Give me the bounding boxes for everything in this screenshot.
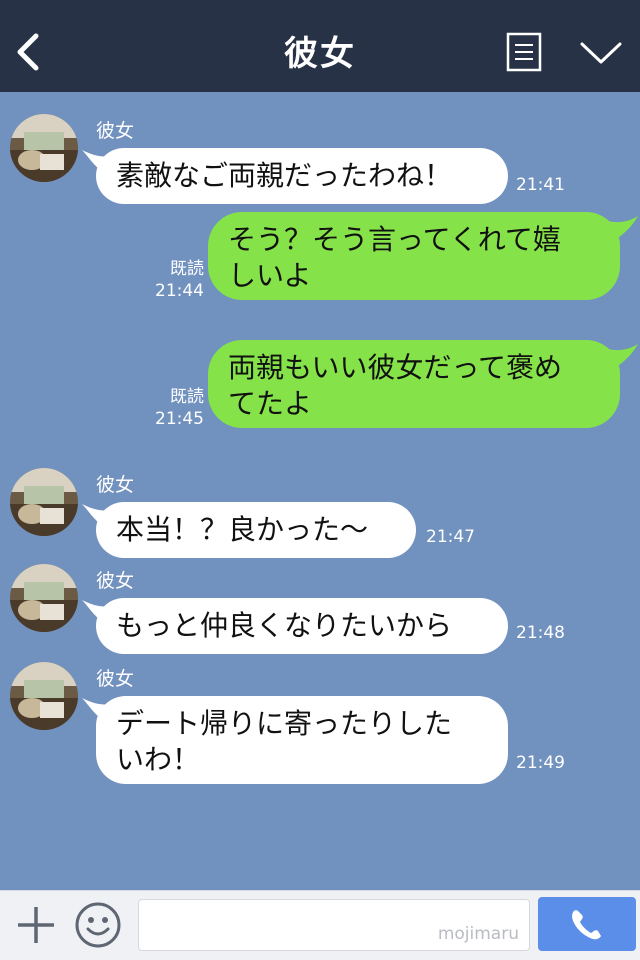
message-input[interactable]: mojimaru xyxy=(138,899,530,951)
plus-icon xyxy=(18,907,54,943)
avatar-photo xyxy=(10,114,78,182)
emoji-button[interactable] xyxy=(74,901,122,949)
message-bubble-sent[interactable]: そう？そう言ってくれて嬉 しいよ xyxy=(208,212,620,300)
bubble-tail xyxy=(604,216,638,246)
sender-name: 彼女 xyxy=(96,474,135,496)
message-text: 本当！？良かった〜 xyxy=(116,513,369,546)
bubble-tail xyxy=(604,344,638,374)
message-time: 21:44 xyxy=(155,281,204,301)
message-bubble-received[interactable]: 本当！？良かった〜 xyxy=(96,502,416,558)
message-bubble-received[interactable]: デート帰りに寄ったりした いわ！ xyxy=(96,696,508,784)
chat-area[interactable]: 彼女 素敵なご両親だったわね！ 21:41 既読 21:44 そう？そう言ってく… xyxy=(0,92,640,890)
read-label: 既読 xyxy=(170,387,204,407)
message-text-line: デート帰りに寄ったりした xyxy=(116,707,453,740)
avatar-photo xyxy=(10,468,78,536)
message-text-line: しいよ xyxy=(228,259,312,292)
avatar-photo xyxy=(10,564,78,632)
menu-button[interactable] xyxy=(506,32,542,72)
phone-icon xyxy=(572,910,601,940)
message-bubble-received[interactable]: もっと仲良くなりたいから xyxy=(96,598,508,654)
message-time: 21:45 xyxy=(155,409,204,429)
input-bar: mojimaru xyxy=(0,890,640,960)
message-bubble-sent[interactable]: 両親もいい彼女だって褒め てたよ xyxy=(208,340,620,428)
message-text: 素敵なご両親だったわね！ xyxy=(116,159,453,192)
chevron-down-icon xyxy=(580,42,622,64)
chat-header: 彼女 xyxy=(0,0,640,92)
avatar[interactable] xyxy=(10,564,78,632)
message-text-line: いわ！ xyxy=(116,743,201,776)
add-button[interactable] xyxy=(14,903,58,947)
smiley-face-icon xyxy=(75,902,121,948)
message-text-line: そう？そう言ってくれて嬉 xyxy=(228,223,561,256)
message-time: 21:41 xyxy=(516,175,565,195)
message-time: 21:49 xyxy=(516,753,565,773)
watermark: mojimaru xyxy=(437,924,519,944)
avatar[interactable] xyxy=(10,662,78,730)
message-time: 21:48 xyxy=(516,623,565,643)
message-text-line: てたよ xyxy=(228,387,313,420)
read-receipt: 既読 21:44 xyxy=(150,258,204,302)
read-label: 既読 xyxy=(170,259,204,279)
chat-title: 彼女 xyxy=(284,34,356,74)
avatar[interactable] xyxy=(10,114,78,182)
message-time: 21:47 xyxy=(426,527,475,547)
message-text: もっと仲良くなりたいから xyxy=(116,609,453,642)
memo-list-icon xyxy=(506,32,542,72)
avatar[interactable] xyxy=(10,468,78,536)
sender-name: 彼女 xyxy=(96,570,135,592)
message-bubble-received[interactable]: 素敵なご両親だったわね！ xyxy=(96,148,508,204)
call-button[interactable] xyxy=(538,897,636,951)
sender-name: 彼女 xyxy=(96,668,135,690)
avatar-photo xyxy=(10,662,78,730)
read-receipt: 既読 21:45 xyxy=(150,386,204,430)
sender-name: 彼女 xyxy=(96,120,135,142)
message-text-line: 両親もいい彼女だって褒め xyxy=(228,351,563,384)
expand-button[interactable] xyxy=(578,38,624,68)
